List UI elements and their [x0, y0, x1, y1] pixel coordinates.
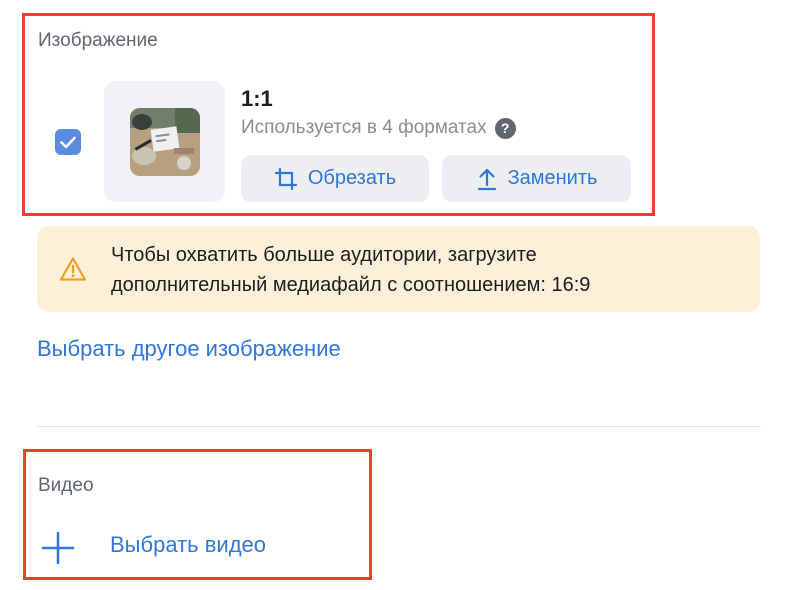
aspect-ratio-warning: Чтобы охватить больше аудитории, загрузи… [37, 226, 760, 312]
crop-icon [274, 167, 297, 190]
check-icon [60, 136, 76, 148]
crop-button-label: Обрезать [307, 167, 397, 189]
image-ratio: 1:1 [241, 86, 273, 111]
choose-other-image-link[interactable]: Выбрать другое изображение [37, 336, 341, 362]
replace-button[interactable]: Заменить [442, 155, 631, 202]
video-section-label: Видео [38, 475, 94, 496]
choose-video-link[interactable]: Выбрать видео [110, 532, 266, 558]
image-select-checkbox[interactable] [55, 129, 81, 155]
image-thumbnail [130, 108, 200, 176]
warning-line-1: Чтобы охватить больше аудитории, загрузи… [111, 244, 537, 266]
warning-line-2: дополнительный медиафайл с соотношением:… [111, 274, 591, 296]
usage-label: Используется в 4 форматах [241, 117, 487, 138]
help-icon[interactable]: ? [494, 117, 516, 139]
thumbnail-photo [130, 108, 200, 176]
image-section-label: Изображение [38, 30, 158, 51]
plus-icon[interactable] [40, 530, 76, 566]
crop-button[interactable]: Обрезать [241, 155, 429, 202]
image-usage-text: Используется в 4 форматах ? [241, 117, 516, 139]
upload-icon [477, 168, 496, 190]
replace-button-label: Заменить [507, 167, 598, 189]
image-thumbnail-card[interactable] [104, 81, 225, 202]
section-divider [37, 426, 761, 427]
warning-icon [59, 257, 87, 281]
warning-text: Чтобы охватить больше аудитории, загрузи… [111, 240, 590, 300]
